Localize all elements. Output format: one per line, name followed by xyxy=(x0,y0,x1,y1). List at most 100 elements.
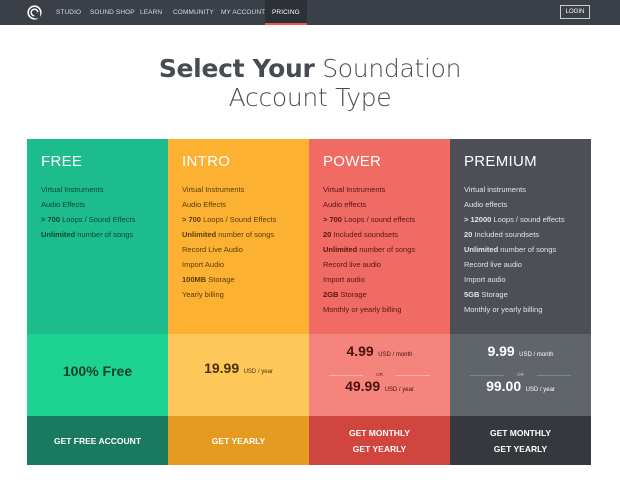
feature-text: Record live audio xyxy=(323,260,381,269)
price-box: 4.99 USD / month OR 49.99 USD / year xyxy=(309,334,450,416)
feature-item: Import Audio xyxy=(182,257,276,272)
feature-text: Included soundsets xyxy=(331,230,399,239)
nav-link-studio[interactable]: STUDIO xyxy=(56,0,81,25)
feature-item: Unlimited number of songs xyxy=(41,227,135,242)
nav-link-learn[interactable]: LEARN xyxy=(140,0,162,25)
feature-highlight: > 700 xyxy=(182,215,201,224)
divider-line xyxy=(396,375,430,376)
feature-item: 20 Included soundsets xyxy=(323,227,415,242)
feature-text: Loops / sound effects xyxy=(491,215,565,224)
get-monthly-button[interactable]: GET MONTHLY xyxy=(349,425,410,441)
get-monthly-button[interactable]: GET MONTHLY xyxy=(490,425,551,441)
get-yearly-button[interactable]: GET YEARLY xyxy=(353,441,406,457)
feature-item: > 700 Loops / Sound Effects xyxy=(41,212,135,227)
feature-item: Import audio xyxy=(323,272,415,287)
feature-item: Audio effects xyxy=(323,197,415,212)
price-yearly: 49.99 USD / year xyxy=(309,378,450,396)
plan-card-premium: PREMIUM Virtual instruments Audio effects… xyxy=(450,139,591,465)
price-box: 100% Free xyxy=(27,334,168,416)
feature-text: Storage xyxy=(206,275,235,284)
feature-text: Audio effects xyxy=(464,200,508,209)
plan-name: INTRO xyxy=(182,153,231,170)
feature-text: Record live audio xyxy=(464,260,522,269)
feature-text: Storage xyxy=(338,290,367,299)
feature-item: Audio Effects xyxy=(182,197,276,212)
feature-highlight: 100MB xyxy=(182,275,207,284)
feature-item: Unlimited number of songs xyxy=(464,242,565,257)
feature-item: 5GB Storage xyxy=(464,287,565,302)
feature-item: Record Live Audio xyxy=(182,242,276,257)
premium-cta: GET MONTHLY GET YEARLY xyxy=(450,416,591,465)
feature-item: Import audio xyxy=(464,272,565,287)
price-box: 9.99 USD / month OR 99.00 USD / year xyxy=(450,334,591,416)
power-cta: GET MONTHLY GET YEARLY xyxy=(309,416,450,465)
feature-text: Monthly or yearly billing xyxy=(323,305,402,314)
price-box: 19.99 USD / year xyxy=(168,334,309,416)
feature-item: 100MB Storage xyxy=(182,272,276,287)
feature-item: Record live audio xyxy=(464,257,565,272)
feature-text: Audio Effects xyxy=(41,200,86,209)
feature-highlight: 2GB xyxy=(323,290,339,299)
get-yearly-button[interactable]: GET YEARLY xyxy=(494,441,547,457)
get-free-account-button[interactable]: GET FREE ACCOUNT xyxy=(27,416,168,465)
top-nav: STUDIO SOUND SHOP LEARN COMMUNITY MY ACC… xyxy=(0,0,620,25)
feature-text: number of songs xyxy=(498,245,557,254)
feature-text: Virtual Instruments xyxy=(323,185,386,194)
feature-text: number of songs xyxy=(216,230,275,239)
feature-highlight: 5GB xyxy=(464,290,480,299)
feature-highlight: > 12000 xyxy=(464,215,492,224)
feature-text: Virtual instruments xyxy=(464,185,526,194)
title-line-2: Account Type xyxy=(228,83,392,112)
price-unit: USD / year xyxy=(384,387,414,393)
feature-text: Import Audio xyxy=(182,260,225,269)
feature-item: > 12000 Loops / sound effects xyxy=(464,212,565,227)
feature-highlight: Unlimited xyxy=(464,245,499,254)
plan-name: PREMIUM xyxy=(464,153,537,170)
nav-link-community[interactable]: COMMUNITY xyxy=(173,0,214,25)
feature-item: Record live audio xyxy=(323,257,415,272)
price-amount: 4.99 xyxy=(346,343,374,359)
feature-item: Virtual instruments xyxy=(464,182,565,197)
feature-text: Storage xyxy=(479,290,508,299)
feature-text: Monthly or yearly billing xyxy=(464,305,543,314)
feature-text: Loops / Sound Effects xyxy=(59,215,136,224)
price-unit: USD / year xyxy=(243,369,273,375)
feature-item: Audio Effects xyxy=(41,197,135,212)
nav-link-pricing[interactable]: PRICING xyxy=(265,0,307,25)
feature-highlight: > 700 xyxy=(323,215,342,224)
feature-item: Unlimited number of songs xyxy=(323,242,415,257)
feature-text: Virtual Instruments xyxy=(41,185,104,194)
feature-highlight: Unlimited xyxy=(41,230,76,239)
plan-name: FREE xyxy=(41,153,83,170)
price-yearly: 99.00 USD / year xyxy=(450,378,591,396)
plan-card-power: POWER Virtual Instruments Audio effects > … xyxy=(309,139,450,465)
feature-item: Monthly or yearly billing xyxy=(464,302,565,317)
price-amount: 19.99 xyxy=(204,360,240,376)
price-yearly: 19.99 USD / year xyxy=(168,360,309,378)
cta-label: GET FREE ACCOUNT xyxy=(53,435,142,446)
feature-text: Import audio xyxy=(464,275,506,284)
login-button[interactable]: LOGIN xyxy=(560,5,590,19)
price-amount: 99.00 xyxy=(486,378,522,394)
feature-text: Audio effects xyxy=(323,200,367,209)
feature-item: > 700 Loops / Sound Effects xyxy=(182,212,276,227)
get-yearly-button[interactable]: GET YEARLY xyxy=(168,416,309,465)
feature-text: Import audio xyxy=(323,275,365,284)
nav-link-my-account[interactable]: MY ACCOUNT xyxy=(221,0,265,25)
price-amount: 9.99 xyxy=(487,343,515,359)
price-unit: USD / month xyxy=(519,352,554,358)
plan-card-intro: INTRO Virtual Instruments Audio Effects > … xyxy=(168,139,309,465)
title-rest: Soundation xyxy=(314,54,462,83)
divider-line xyxy=(537,375,571,376)
price-amount: 49.99 xyxy=(345,378,381,394)
feature-list: Virtual Instruments Audio Effects > 700 Lo… xyxy=(41,182,135,242)
feature-item: Virtual Instruments xyxy=(41,182,135,197)
nav-link-sound-shop[interactable]: SOUND SHOP xyxy=(90,0,135,25)
feature-text: Yearly billing xyxy=(182,290,224,299)
cta-label: GET YEARLY xyxy=(211,435,266,446)
feature-text: Loops / Sound Effects xyxy=(200,215,277,224)
feature-item: Virtual Instruments xyxy=(182,182,276,197)
feature-item: Yearly billing xyxy=(182,287,276,302)
feature-list: Virtual instruments Audio effects > 12000 … xyxy=(464,182,565,317)
soundation-logo-icon[interactable] xyxy=(27,5,42,20)
